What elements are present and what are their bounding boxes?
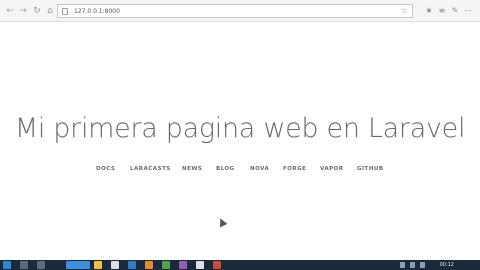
link-docs[interactable]: DOCS: [96, 164, 115, 174]
favorites-icon[interactable]: ★: [424, 5, 434, 17]
app-icon-5[interactable]: [145, 261, 153, 269]
share-icon[interactable]: ✎: [450, 5, 460, 17]
bookmark-star-icon[interactable]: ☆: [401, 5, 408, 17]
link-forge[interactable]: FORGE: [283, 164, 306, 174]
forward-arrow-icon[interactable]: →: [17, 5, 29, 17]
url-text[interactable]: 127.0.0.1:8000: [74, 6, 120, 17]
link-nova[interactable]: NOVA: [250, 164, 269, 174]
back-arrow-icon[interactable]: ←: [4, 5, 16, 17]
task-view-icon[interactable]: [37, 261, 45, 269]
address-bar[interactable]: 127.0.0.1:8000 ☆: [57, 4, 413, 18]
battery-icon[interactable]: [420, 262, 425, 268]
refresh-icon[interactable]: ↻: [31, 5, 43, 17]
reading-list-icon[interactable]: ≡: [437, 5, 447, 17]
app-icon-7[interactable]: [179, 261, 187, 269]
nav-links: DOCS LARACASTS NEWS BLOG NOVA FORGE VAPO…: [0, 164, 480, 174]
edge-app-icon[interactable]: [128, 261, 136, 269]
mouse-cursor-icon: [216, 216, 228, 228]
link-github[interactable]: GITHUB: [357, 164, 384, 174]
start-icon[interactable]: [3, 261, 11, 269]
page-title: Mi primera pagina web en Laravel: [14, 113, 466, 144]
taskbar: 00:12: [0, 260, 480, 270]
home-icon[interactable]: ⌂: [44, 5, 56, 17]
clock[interactable]: 00:12: [440, 260, 454, 270]
link-blog[interactable]: BLOG: [216, 164, 235, 174]
network-icon[interactable]: [400, 262, 405, 268]
browser-app-icon[interactable]: [66, 261, 90, 269]
page-info-icon[interactable]: [62, 8, 68, 15]
store-app-icon[interactable]: [111, 261, 119, 269]
volume-icon[interactable]: [410, 262, 415, 268]
more-menu-icon[interactable]: ⋯: [463, 5, 473, 17]
link-vapor[interactable]: VAPOR: [320, 164, 344, 174]
search-icon[interactable]: [20, 261, 28, 269]
app-icon-6[interactable]: [162, 261, 170, 269]
app-icon-8[interactable]: [196, 261, 204, 269]
link-laracasts[interactable]: LARACASTS: [130, 164, 171, 174]
app-icon-9[interactable]: [213, 261, 221, 269]
explorer-app-icon[interactable]: [94, 261, 102, 269]
browser-toolbar: ← → ↻ ⌂ 127.0.0.1:8000 ☆ ★ ≡ ✎ ⋯: [0, 0, 480, 22]
link-news[interactable]: NEWS: [182, 164, 202, 174]
